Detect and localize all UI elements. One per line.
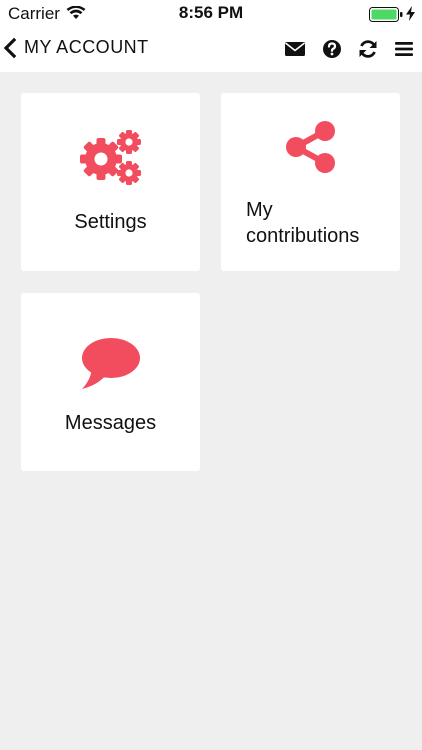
status-bar: Carrier 8:56 PM xyxy=(0,0,422,28)
charging-bolt-icon xyxy=(406,6,415,21)
speech-bubble-icon xyxy=(82,338,140,389)
settings-label: Settings xyxy=(74,211,147,233)
back-chevron-icon[interactable] xyxy=(2,37,18,59)
navigation-bar: MY ACCOUNT xyxy=(0,28,422,72)
my-contributions-tile[interactable]: My contributions xyxy=(221,93,400,271)
messages-tile[interactable]: Messages xyxy=(21,293,200,471)
battery-icon xyxy=(369,7,403,22)
hamburger-menu-icon[interactable] xyxy=(393,38,415,60)
page-title: MY ACCOUNT xyxy=(24,37,149,57)
gears-icon xyxy=(80,130,141,185)
my-contributions-label-line1: My xyxy=(246,199,273,221)
envelope-icon[interactable] xyxy=(284,38,306,60)
refresh-icon[interactable] xyxy=(357,38,379,60)
settings-tile[interactable]: Settings xyxy=(21,93,200,271)
my-contributions-label-line2: contributions xyxy=(246,225,360,247)
question-circle-icon[interactable] xyxy=(321,38,343,60)
share-icon xyxy=(286,121,335,173)
my-contributions-label: My contributions xyxy=(246,197,396,249)
clock: 8:56 PM xyxy=(178,3,244,22)
messages-label: Messages xyxy=(64,412,157,434)
